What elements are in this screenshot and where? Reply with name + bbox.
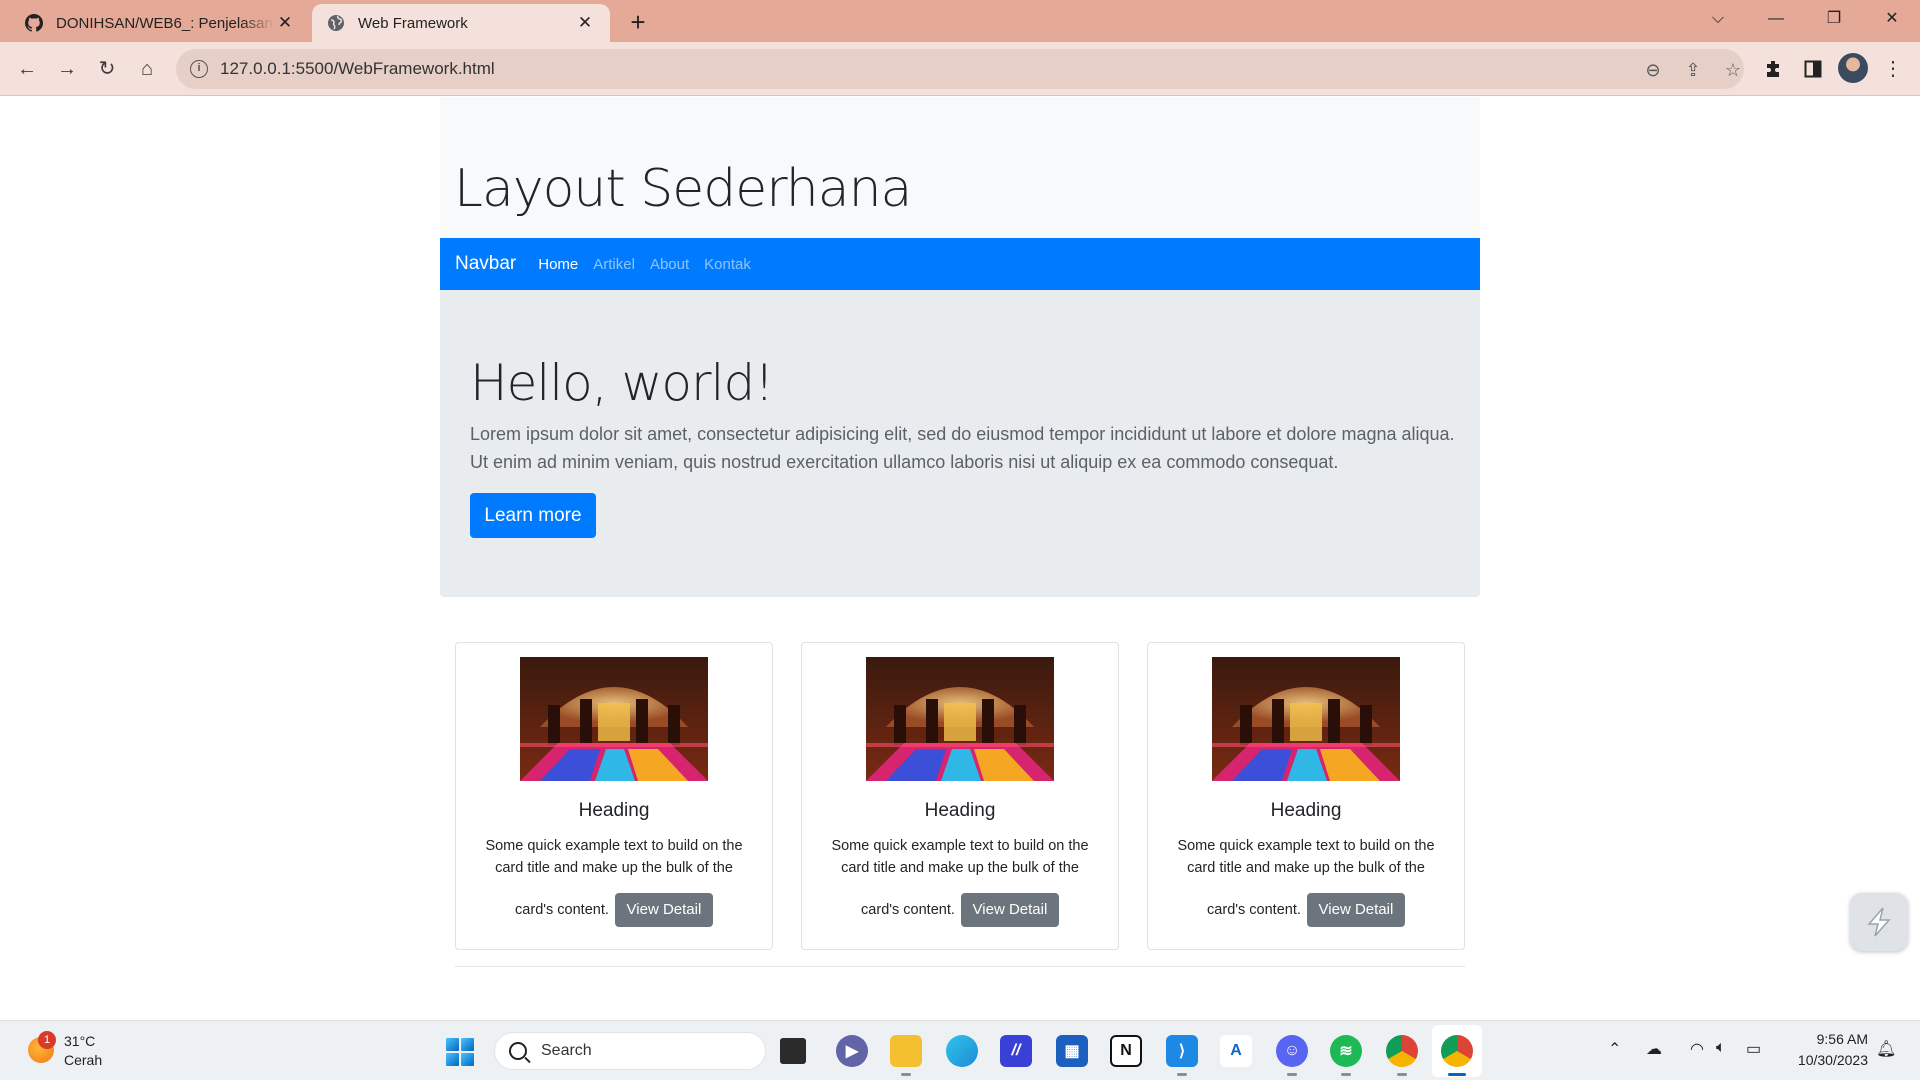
tab-search-chevron-icon[interactable]: ⌵: [1690, 0, 1746, 38]
card-image: [866, 657, 1054, 781]
globe-icon: [326, 13, 346, 33]
clock-time: 9:56 AM: [1816, 1031, 1868, 1047]
jumbotron-text: Lorem ipsum dolor sit amet, consectetur …: [470, 424, 1455, 472]
card-heading: Heading: [578, 800, 650, 821]
web-page: Layout Sederhana Navbar Home Artikel Abo…: [0, 97, 1920, 1020]
volume-icon[interactable]: 🔈︎: [1716, 1039, 1726, 1057]
view-detail-button[interactable]: View Detail: [1306, 893, 1405, 927]
spotify-icon[interactable]: ≋: [1330, 1035, 1362, 1076]
vscode-icon[interactable]: ⟩: [1166, 1035, 1198, 1076]
search-label: Search: [541, 1042, 592, 1059]
card: Heading Some quick example text to build…: [1147, 642, 1465, 950]
card-heading: Heading: [1270, 800, 1342, 821]
menu-kebab-icon[interactable]: ⋮: [1876, 52, 1910, 86]
minimize-icon[interactable]: —: [1748, 0, 1804, 38]
chrome-profile-icon[interactable]: [1441, 1035, 1473, 1076]
url-text: 127.0.0.1:5500/WebFramework.html: [220, 59, 495, 78]
nav-link-artikel[interactable]: Artikel: [593, 256, 635, 273]
reload-icon[interactable]: ↻: [90, 52, 124, 86]
home-icon[interactable]: ⌂: [130, 52, 164, 86]
jumbotron: Hello, world! Lorem ipsum dolor sit amet…: [440, 290, 1480, 597]
lightning-icon: [1867, 907, 1891, 937]
onedrive-icon[interactable]: ☁: [1646, 1039, 1662, 1059]
jumbotron-heading: Hello, world!: [470, 354, 774, 412]
card-text-tail: card's content.: [1207, 901, 1301, 918]
weather-condition: Cerah: [64, 1052, 103, 1068]
view-detail-button[interactable]: View Detail: [614, 893, 713, 927]
profile-avatar[interactable]: [1838, 53, 1868, 83]
notion-icon[interactable]: N: [1110, 1035, 1142, 1067]
taskbar: 1 31°C Cerah Search ▶ // ▦ N ⟩ A ☺ ≋ ⌃ ☁…: [0, 1020, 1920, 1080]
battery-icon[interactable]: ▭: [1746, 1039, 1761, 1059]
card-text-tail: card's content.: [515, 901, 609, 918]
card-text-tail-row: card's content. View Detail: [456, 893, 772, 927]
restore-icon[interactable]: ❐: [1806, 0, 1862, 38]
card-image: [1212, 657, 1400, 781]
search-icon: [509, 1042, 527, 1060]
github-icon: [24, 13, 44, 33]
page-header: Layout Sederhana: [440, 97, 1480, 238]
navbar: Navbar Home Artikel About Kontak: [440, 238, 1480, 290]
card: Heading Some quick example text to build…: [455, 642, 773, 950]
tray-chevron-icon[interactable]: ⌃: [1608, 1039, 1621, 1059]
start-windows-icon[interactable]: [446, 1038, 474, 1066]
divider: [455, 966, 1465, 967]
close-window-icon[interactable]: ✕: [1864, 0, 1920, 38]
browser-toolbar: ← → ↻ ⌂ i 127.0.0.1:5500/WebFramework.ht…: [0, 42, 1920, 96]
side-panel-icon[interactable]: [1796, 52, 1830, 86]
tab-title: Web Framework: [358, 14, 468, 32]
share-icon[interactable]: ⇪: [1680, 57, 1706, 83]
address-bar[interactable]: i 127.0.0.1:5500/WebFramework.html ⊖ ⇪ ☆: [176, 49, 1744, 89]
close-tab-icon[interactable]: ✕: [274, 13, 296, 33]
card: Heading Some quick example text to build…: [801, 642, 1119, 950]
card-text-tail: card's content.: [861, 901, 955, 918]
clock[interactable]: 9:56 AM 10/30/2023: [1772, 1029, 1868, 1071]
discord-icon[interactable]: ☺: [1276, 1035, 1308, 1076]
extensions-icon[interactable]: [1756, 52, 1790, 86]
new-tab-icon[interactable]: +: [622, 6, 654, 38]
navbar-brand[interactable]: Navbar: [455, 253, 516, 275]
back-icon[interactable]: ←: [10, 52, 44, 86]
weather-temp: 31°C: [64, 1033, 96, 1049]
card-image: [520, 657, 708, 781]
pen-app-icon[interactable]: //: [1000, 1035, 1032, 1067]
edge-icon[interactable]: [946, 1035, 978, 1067]
card-row: Heading Some quick example text to build…: [455, 642, 1465, 952]
weather-widget[interactable]: 1 31°C Cerah: [24, 1031, 144, 1071]
learn-more-button[interactable]: Learn more: [470, 493, 596, 538]
card-text: Some quick example text to build on the …: [1177, 838, 1435, 876]
translate-app-icon[interactable]: A: [1220, 1035, 1252, 1067]
store-icon[interactable]: ▦: [1056, 1035, 1088, 1067]
close-tab-icon[interactable]: ✕: [574, 13, 596, 33]
nav-link-home[interactable]: Home: [538, 256, 578, 273]
card-text: Some quick example text to build on the …: [831, 838, 1089, 876]
nav-link-kontak[interactable]: Kontak: [704, 256, 751, 273]
zoom-icon[interactable]: ⊖: [1640, 57, 1666, 83]
wifi-icon[interactable]: ◠: [1690, 1039, 1704, 1059]
forward-icon[interactable]: →: [50, 52, 84, 86]
page-container: Layout Sederhana Navbar Home Artikel Abo…: [440, 97, 1480, 597]
task-view-icon[interactable]: [780, 1038, 806, 1064]
tab-strip: DONIHSAN/WEB6_: Penjelasan T ✕ Web Frame…: [0, 0, 1920, 42]
notification-bell-icon[interactable]: 🔔︎: [1876, 1039, 1896, 1059]
view-detail-button[interactable]: View Detail: [960, 893, 1059, 927]
card-heading: Heading: [924, 800, 996, 821]
page-title: Layout Sederhana: [454, 159, 912, 219]
floating-widget-button[interactable]: [1850, 893, 1908, 951]
file-explorer-icon[interactable]: [890, 1035, 922, 1076]
nav-link-about[interactable]: About: [650, 256, 689, 273]
notification-badge: 1: [38, 1031, 56, 1049]
card-text-tail-row: card's content. View Detail: [802, 893, 1118, 927]
teams-icon[interactable]: ▶: [836, 1035, 868, 1067]
tab-title: DONIHSAN/WEB6_: Penjelasan T: [56, 14, 274, 32]
card-text-tail-row: card's content. View Detail: [1148, 893, 1464, 927]
tab-web-framework[interactable]: Web Framework ✕: [312, 4, 610, 42]
tab-github[interactable]: DONIHSAN/WEB6_: Penjelasan T ✕: [10, 4, 310, 42]
taskbar-search[interactable]: Search: [494, 1032, 766, 1070]
clock-date: 10/30/2023: [1797, 1052, 1868, 1068]
card-text: Some quick example text to build on the …: [485, 838, 743, 876]
chrome-icon[interactable]: [1386, 1035, 1418, 1076]
site-info-icon[interactable]: i: [190, 60, 208, 78]
bookmark-star-icon[interactable]: ☆: [1720, 57, 1746, 83]
